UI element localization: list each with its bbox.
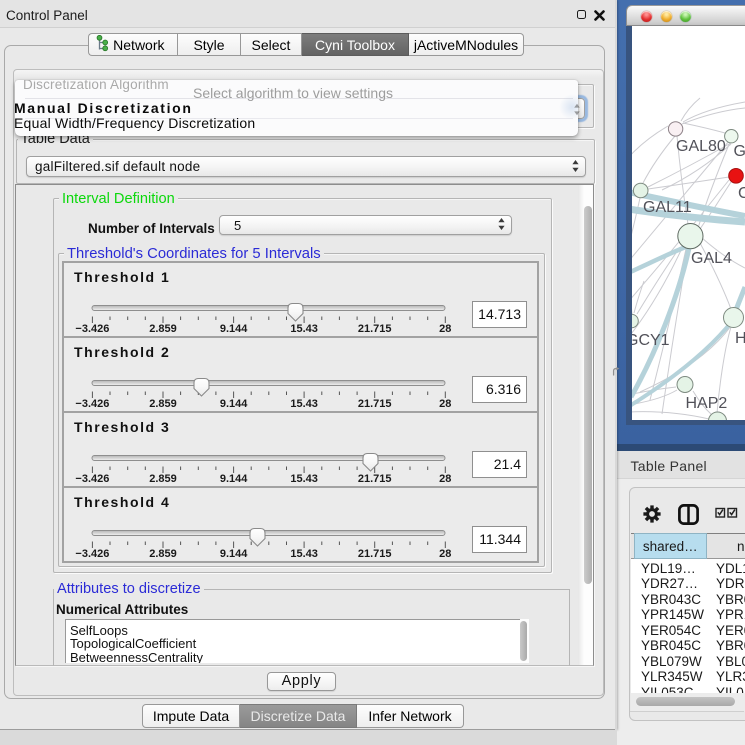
svg-text:21.715: 21.715 — [358, 323, 392, 335]
svg-text:−3.426: −3.426 — [75, 473, 109, 485]
svg-text:GAL4: GAL4 — [691, 250, 732, 267]
svg-text:15.43: 15.43 — [290, 548, 318, 560]
svg-text:2.859: 2.859 — [149, 323, 177, 335]
svg-text:H: H — [735, 330, 745, 347]
svg-text:28: 28 — [439, 473, 451, 485]
svg-text:−3.426: −3.426 — [75, 548, 109, 560]
svg-text:GAL11: GAL11 — [643, 199, 692, 216]
svg-text:GAL80: GAL80 — [676, 138, 726, 155]
svg-text:C: C — [738, 185, 745, 202]
svg-text:15.43: 15.43 — [290, 323, 318, 335]
svg-text:9.144: 9.144 — [220, 548, 248, 560]
svg-text:15.43: 15.43 — [290, 398, 318, 410]
svg-text:15.43: 15.43 — [290, 473, 318, 485]
svg-text:28: 28 — [439, 548, 451, 560]
svg-text:28: 28 — [439, 323, 451, 335]
svg-text:GA: GA — [734, 143, 745, 160]
svg-text:−3.426: −3.426 — [75, 398, 109, 410]
svg-text:−3.426: −3.426 — [75, 323, 109, 335]
svg-text:GCY1: GCY1 — [632, 332, 670, 349]
svg-text:21.715: 21.715 — [358, 548, 392, 560]
svg-text:28: 28 — [439, 398, 451, 410]
svg-text:9.144: 9.144 — [220, 323, 248, 335]
svg-text:HAP2: HAP2 — [686, 395, 728, 412]
svg-text:2.859: 2.859 — [149, 398, 177, 410]
svg-text:21.715: 21.715 — [358, 473, 392, 485]
svg-text:2.859: 2.859 — [149, 548, 177, 560]
svg-text:21.715: 21.715 — [358, 398, 392, 410]
svg-text:9.144: 9.144 — [220, 398, 248, 410]
svg-text:2.859: 2.859 — [149, 473, 177, 485]
svg-text:9.144: 9.144 — [220, 473, 248, 485]
